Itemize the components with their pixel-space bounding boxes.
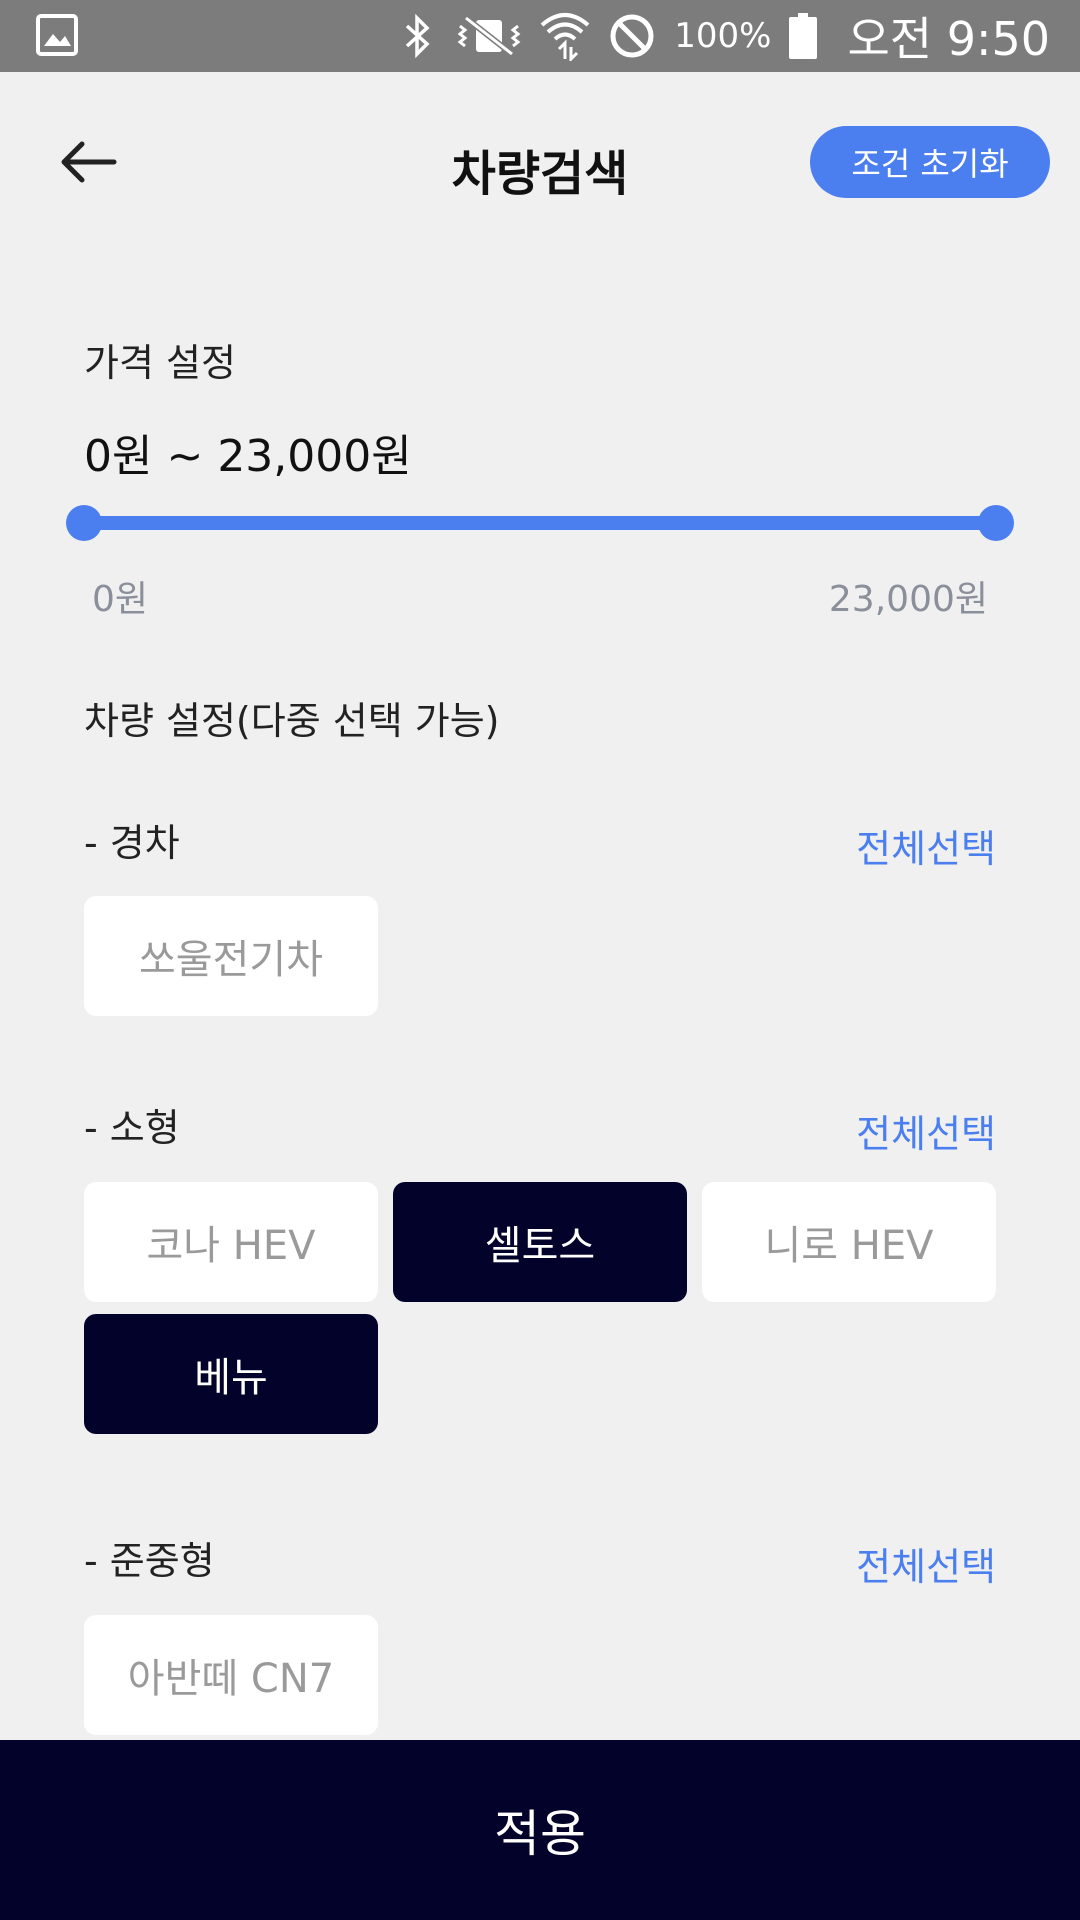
bluetooth-icon [398, 14, 438, 58]
range-max-label: 23,000원 [828, 579, 988, 620]
select-all-light-button[interactable]: 전체선택 [856, 818, 996, 873]
category-label-light: - 경차 [84, 821, 180, 865]
status-bar: 100% 오전 9:50 [0, 0, 1080, 72]
vehicle-chip[interactable]: 베뉴 [84, 1314, 378, 1434]
category-label-small: - 소형 [84, 1106, 180, 1150]
select-all-compact-button[interactable]: 전체선택 [856, 1536, 996, 1591]
price-range-slider[interactable] [66, 505, 1014, 541]
range-min-label: 0원 [92, 579, 149, 620]
battery-percent: 100% [674, 16, 772, 56]
price-range-value: 0원 ~ 23,000원 [84, 431, 412, 482]
vehicle-chip[interactable]: 코나 HEV [84, 1182, 378, 1302]
status-time: 오전 9:50 [847, 12, 1050, 66]
select-all-small-button[interactable]: 전체선택 [856, 1103, 996, 1158]
vehicle-chip[interactable]: 아반떼 CN7 [84, 1615, 378, 1735]
gallery-icon [36, 14, 78, 56]
do-not-disturb-icon [608, 14, 656, 58]
vibrate-icon [456, 14, 522, 58]
vehicle-chip[interactable]: 니로 HEV [702, 1182, 996, 1302]
slider-max-thumb[interactable] [978, 505, 1014, 541]
category-label-compact: - 준중형 [84, 1539, 215, 1583]
battery-icon [789, 13, 818, 59]
vehicle-chip[interactable]: 쏘울전기차 [84, 896, 378, 1016]
wifi-icon [540, 13, 590, 61]
price-section-label: 가격 설정 [84, 341, 236, 385]
slider-min-thumb[interactable] [66, 505, 102, 541]
reset-filters-button[interactable]: 조건 초기화 [810, 126, 1050, 198]
slider-fill [84, 516, 996, 530]
vehicle-section-label: 차량 설정(다중 선택 가능) [84, 699, 500, 743]
apply-button[interactable]: 적용 [0, 1740, 1080, 1920]
vehicle-chip[interactable]: 셀토스 [393, 1182, 687, 1302]
app-bar: 차량검색 조건 초기화 [0, 72, 1080, 252]
